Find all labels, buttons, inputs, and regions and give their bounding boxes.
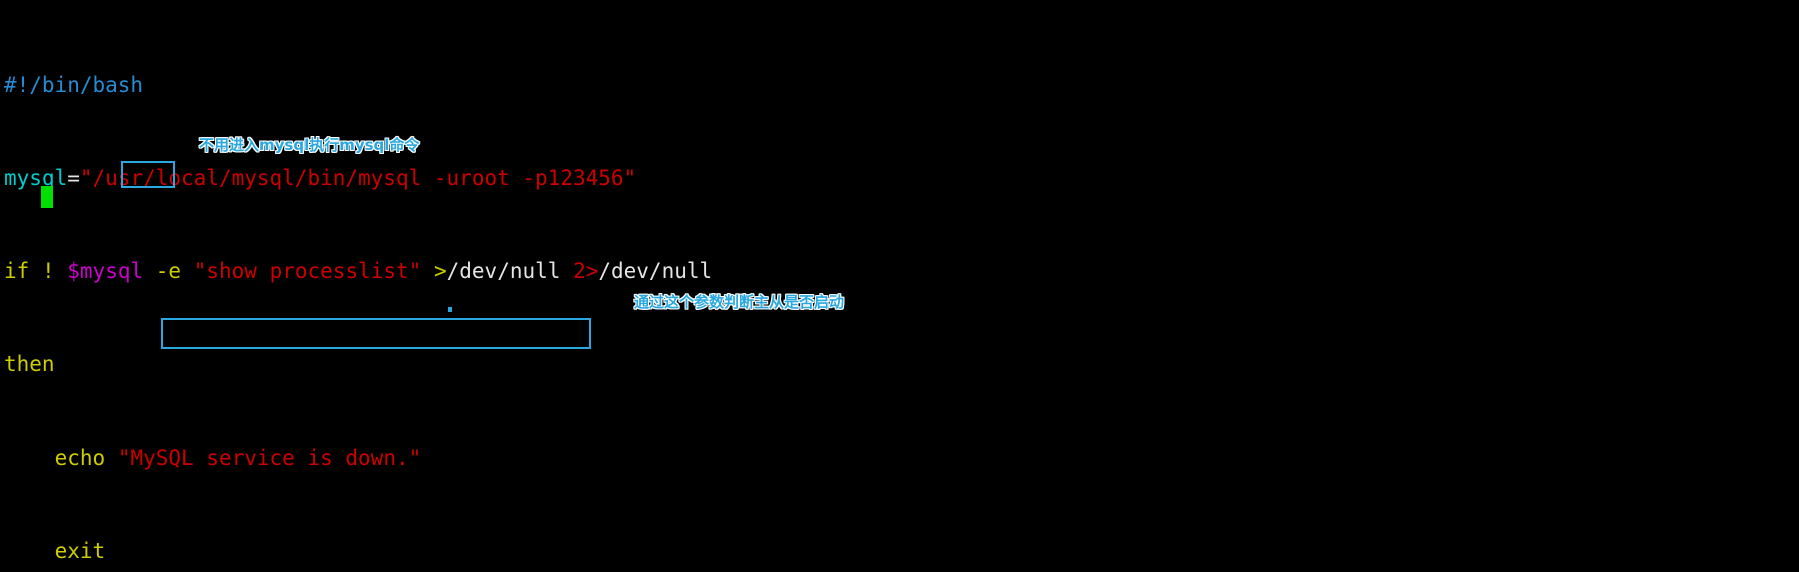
shebang-text: #!/bin/bash [4,72,144,97]
annotation-dot-marker [448,307,452,312]
terminal-window: #!/bin/bash mysql="/usr/local/mysql/bin/… [0,0,1799,572]
code-line-3: if ! $mysql -e "show processlist" >/dev/… [4,259,713,284]
code-line-6: exit [54,538,106,563]
annotation-slave-params: 通过这个参数判断主从是否启动 [634,293,845,311]
code-line-5: echo "MySQL service is down." [54,445,422,470]
code-line-1: #!/bin/bash [4,72,1799,97]
code-line-2: mysql="/usr/local/mysql/bin/mysql -uroot… [4,166,637,191]
annotation-mysql-command: 不用进入mysql执行mysql命令 [199,136,420,154]
text-cursor [41,186,53,208]
script-code-area[interactable]: #!/bin/bash mysql="/usr/local/mysql/bin/… [0,0,1799,572]
code-line-4: then [4,352,55,377]
